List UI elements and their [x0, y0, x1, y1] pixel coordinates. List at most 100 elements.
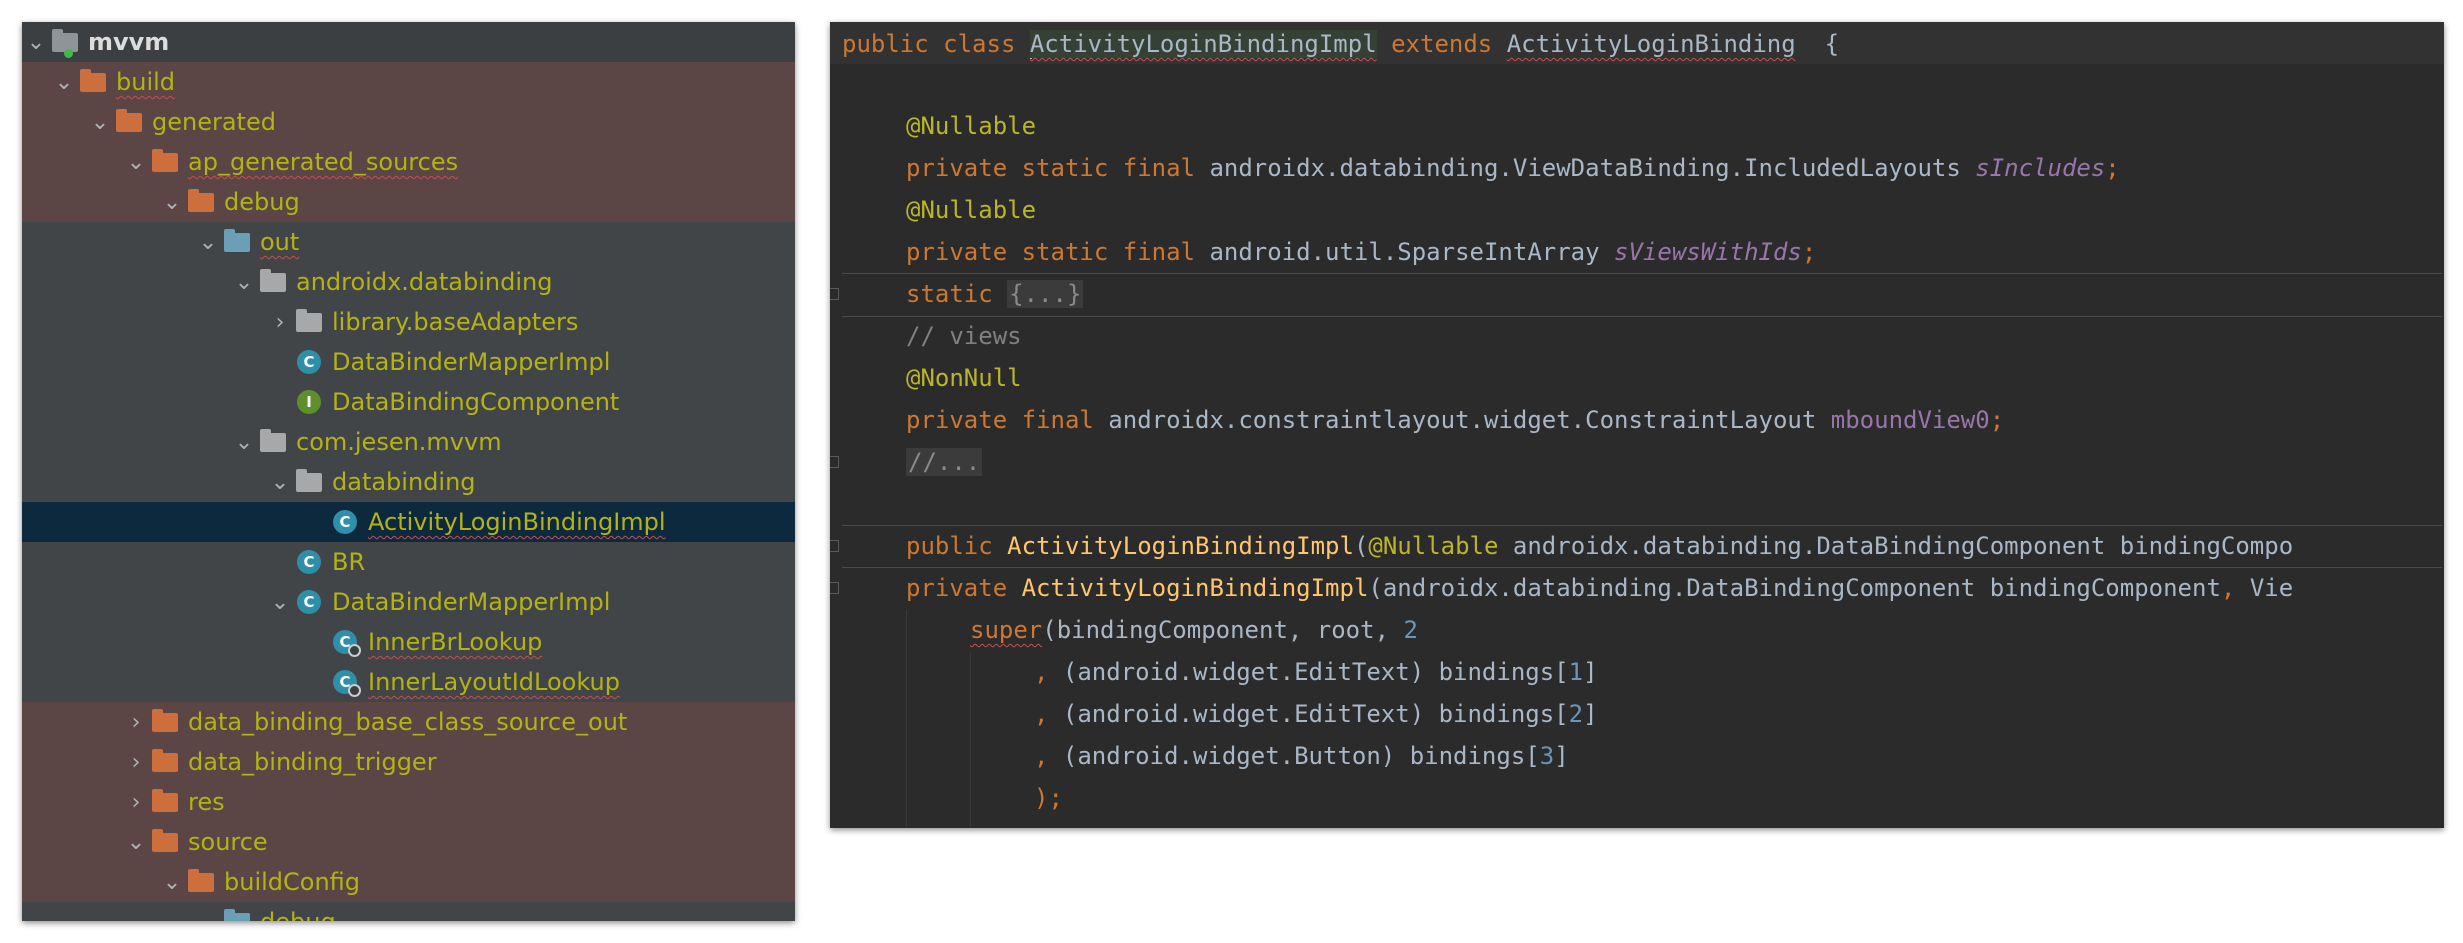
tree-row-innerlayoutidlookup[interactable]: › C InnerLayoutIdLookup: [22, 662, 795, 702]
code-line-5[interactable]: private static final android.util.Sparse…: [906, 232, 1816, 272]
code-line-11[interactable]: public ActivityLoginBindingImpl(@Nullabl…: [906, 526, 2293, 566]
code-line-6[interactable]: static {...}: [906, 274, 1084, 314]
code-line-15[interactable]: , (android.widget.EditText) bindings[2]: [1034, 694, 1598, 734]
chevron-down-icon[interactable]: ⌄: [266, 582, 294, 622]
tree-row-activityloginbindingimpl[interactable]: › C ActivityLoginBindingImpl: [22, 502, 795, 542]
tree-label: databinding: [332, 468, 476, 496]
chevron-down-icon[interactable]: ⌄: [22, 22, 50, 62]
folder-icon: [150, 142, 180, 182]
tree-label: buildConfig: [224, 868, 361, 896]
tree-label: DataBindingComponent: [332, 388, 620, 416]
folder-icon: [150, 702, 180, 742]
folder-icon: [186, 862, 216, 902]
code-line-10[interactable]: //...: [906, 442, 983, 482]
tree-label: DataBinderMapperImpl: [332, 348, 611, 376]
folded-region[interactable]: //...: [906, 448, 983, 476]
tree-label: ap_generated_sources: [188, 148, 459, 176]
tree-label: androidx.databinding: [296, 268, 553, 296]
tree-label: debug: [224, 188, 300, 216]
tree-label: mvvm: [88, 28, 170, 56]
tree-row-databindermapperimpl[interactable]: › C DataBinderMapperImpl: [22, 342, 795, 382]
indent-guide: [970, 652, 971, 828]
tree-row-databinding[interactable]: ⌄ databinding: [22, 462, 795, 502]
chevron-right-icon[interactable]: ›: [266, 302, 294, 342]
inner-class-icon: C: [330, 622, 361, 662]
tree-label: res: [188, 788, 225, 816]
tree-row-source[interactable]: ⌄ source: [22, 822, 795, 862]
code-line-1[interactable]: public class ActivityLoginBindingImpl ex…: [842, 24, 1839, 64]
chevron-right-icon[interactable]: ›: [122, 742, 150, 782]
code-line-4[interactable]: @Nullable: [906, 190, 1036, 230]
tree-row-library-baseadapters[interactable]: › library.baseAdapters: [22, 302, 795, 342]
chevron-down-icon[interactable]: ⌄: [266, 462, 294, 502]
class-icon: C: [294, 582, 324, 622]
tree-label: data_binding_trigger: [188, 748, 437, 776]
tree-row-buildconfig[interactable]: ⌄ buildConfig: [22, 862, 795, 902]
chevron-down-icon[interactable]: ⌄: [50, 62, 78, 102]
fold-marker-icon[interactable]: [830, 582, 839, 594]
tree-row-ap-generated-sources[interactable]: ⌄ ap_generated_sources: [22, 142, 795, 182]
folder-icon: [150, 822, 180, 862]
chevron-down-icon[interactable]: ⌄: [122, 142, 150, 182]
tree-label: generated: [152, 108, 276, 136]
tree-label: BR: [332, 548, 366, 576]
fold-marker-icon[interactable]: [830, 456, 839, 468]
generated-sources-folder-icon: [222, 902, 252, 921]
fold-marker-icon[interactable]: [830, 288, 839, 300]
code-line-7[interactable]: // views: [906, 316, 1022, 356]
chevron-down-icon[interactable]: ⌄: [86, 102, 114, 142]
chevron-down-icon[interactable]: ⌄: [194, 222, 222, 262]
tree-row-data-binding-trigger[interactable]: › data_binding_trigger: [22, 742, 795, 782]
chevron-down-icon[interactable]: ⌄: [158, 862, 186, 902]
module-folder-icon: [50, 22, 80, 62]
class-icon: C: [294, 542, 324, 582]
tree-row-debug-2[interactable]: ⌄ debug: [22, 902, 795, 921]
code-line-8[interactable]: @NonNull: [906, 358, 1022, 398]
tree-label: com.jesen.mvvm: [296, 428, 502, 456]
tree-label: data_binding_base_class_source_out: [188, 708, 628, 736]
code-line-13[interactable]: super(bindingComponent, root, 2: [970, 610, 1418, 650]
code-line-9[interactable]: private final androidx.constraintlayout.…: [906, 400, 2004, 440]
generated-sources-folder-icon: [222, 222, 252, 262]
indent-guide: [906, 610, 907, 828]
tree-row-generated[interactable]: ⌄ generated: [22, 102, 795, 142]
tree-label: source: [188, 828, 268, 856]
tree-label: InnerBrLookup: [368, 628, 543, 656]
code-editor[interactable]: public class ActivityLoginBindingImpl ex…: [830, 22, 2444, 828]
tree-row-debug[interactable]: ⌄ debug: [22, 182, 795, 222]
chevron-right-icon[interactable]: ›: [122, 782, 150, 822]
tree-row-com-jesen-mvvm[interactable]: ⌄ com.jesen.mvvm: [22, 422, 795, 462]
chevron-down-icon[interactable]: ⌄: [230, 422, 258, 462]
folded-region[interactable]: {...}: [1007, 280, 1084, 308]
code-line-3[interactable]: private static final androidx.databindin…: [906, 148, 2120, 188]
interface-icon: I: [294, 382, 324, 422]
tree-row-databindingcomponent[interactable]: › I DataBindingComponent: [22, 382, 795, 422]
code-line-14[interactable]: , (android.widget.EditText) bindings[1]: [1034, 652, 1598, 692]
folder-icon: [114, 102, 144, 142]
code-line-16[interactable]: , (android.widget.Button) bindings[3]: [1034, 736, 1569, 776]
code-line-2[interactable]: @Nullable: [906, 106, 1036, 146]
tree-row-br[interactable]: › C BR: [22, 542, 795, 582]
code-line-17[interactable]: );: [1034, 778, 1063, 818]
tree-label: library.baseAdapters: [332, 308, 579, 336]
tree-label: debug: [260, 908, 336, 921]
code-line-12[interactable]: private ActivityLoginBindingImpl(android…: [906, 568, 2293, 608]
chevron-down-icon[interactable]: ⌄: [194, 902, 222, 922]
tree-row-androidx-databinding[interactable]: ⌄ androidx.databinding: [22, 262, 795, 302]
tree-row-root[interactable]: ⌄ mvvm: [22, 22, 795, 62]
package-icon: [258, 262, 288, 302]
folder-icon: [150, 742, 180, 782]
tree-row-data-binding-base-class-source-out[interactable]: › data_binding_base_class_source_out: [22, 702, 795, 742]
tree-row-innerbrlookup[interactable]: › C InnerBrLookup: [22, 622, 795, 662]
tree-row-res[interactable]: › res: [22, 782, 795, 822]
fold-marker-icon[interactable]: [830, 540, 839, 552]
tree-row-build[interactable]: ⌄ build: [22, 62, 795, 102]
method-separator: [842, 316, 2442, 317]
chevron-down-icon[interactable]: ⌄: [158, 182, 186, 222]
inner-class-icon: C: [330, 662, 361, 702]
tree-row-out[interactable]: ⌄ out: [22, 222, 795, 262]
tree-row-databindermapperimpl-2[interactable]: ⌄ C DataBinderMapperImpl: [22, 582, 795, 622]
chevron-down-icon[interactable]: ⌄: [122, 822, 150, 862]
chevron-down-icon[interactable]: ⌄: [230, 262, 258, 302]
chevron-right-icon[interactable]: ›: [122, 702, 150, 742]
